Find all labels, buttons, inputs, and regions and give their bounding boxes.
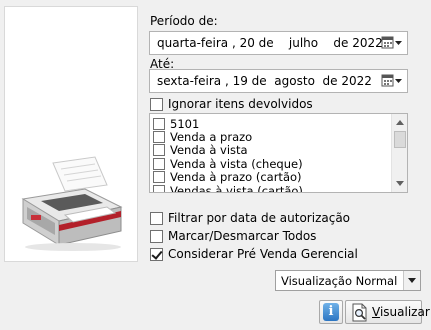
list-item-checkbox[interactable]: [153, 144, 165, 157]
view-mode-select[interactable]: Visualização Normal: [275, 270, 421, 291]
list-item-checkbox[interactable]: [153, 157, 165, 170]
filter-auth-date-checkbox[interactable]: Filtrar por data de autorização: [150, 210, 350, 226]
list-item-label: 5101: [170, 116, 200, 131]
list-item-label: Venda à vista: [170, 143, 248, 158]
view-button-label: Visualizar: [372, 305, 430, 319]
scroll-up-icon[interactable]: [396, 120, 404, 125]
info-icon[interactable]: i: [323, 303, 339, 321]
calendar-icon[interactable]: [380, 35, 404, 51]
illustration-panel: [4, 6, 138, 262]
printer-icon: [21, 156, 123, 251]
toggle-all-label: Marcar/Desmarcar Todos: [168, 229, 317, 243]
pre-sale-label: Considerar Pré Venda Gerencial: [168, 247, 358, 261]
list-item-label: Venda à prazo (cartão): [170, 170, 302, 185]
report-dialog: Período de: quarta-feira , 20 de julho d…: [0, 0, 431, 330]
toggle-all-checkbox[interactable]: Marcar/Desmarcar Todos: [150, 228, 316, 244]
date-from-value[interactable]: quarta-feira , 20 de julho de 2022: [157, 36, 383, 50]
document-preview-icon: [352, 303, 367, 322]
filter-auth-date-box[interactable]: [150, 211, 163, 225]
list-item[interactable]: Venda à vista: [150, 143, 390, 158]
date-to-value[interactable]: sexta-feira , 19 de agosto de 2022: [157, 74, 372, 88]
view-mode-value[interactable]: Visualização Normal: [281, 274, 397, 288]
calendar-icon[interactable]: [380, 73, 404, 89]
list-item-checkbox[interactable]: [153, 117, 165, 130]
list-item[interactable]: Vendas à vista (cartão): [150, 183, 390, 193]
list-item-label: Venda à vista (cheque): [170, 156, 303, 171]
filter-auth-date-label: Filtrar por data de autorização: [168, 211, 351, 225]
list-item-checkbox[interactable]: [153, 131, 165, 144]
view-button[interactable]: Visualizar: [345, 300, 430, 324]
list-item[interactable]: 5101: [150, 116, 390, 131]
chevron-down-icon[interactable]: [403, 271, 420, 290]
payment-type-list[interactable]: 5101 Venda a prazo Venda à vista Venda à vi…: [149, 113, 408, 193]
list-item-checkbox[interactable]: [153, 184, 165, 192]
date-from-picker[interactable]: quarta-feira , 20 de julho de 2022: [149, 31, 408, 55]
payment-type-items: 5101 Venda a prazo Venda à vista Venda à vi…: [150, 116, 390, 193]
list-item-checkbox[interactable]: [153, 171, 165, 184]
list-scrollbar[interactable]: [391, 114, 407, 192]
scroll-thumb[interactable]: [394, 131, 406, 148]
ignore-returned-checkbox[interactable]: Ignorar itens devolvidos: [150, 96, 313, 112]
scroll-down-icon[interactable]: [396, 181, 404, 186]
ignore-returned-box[interactable]: [150, 97, 163, 111]
toggle-all-box[interactable]: [150, 229, 163, 243]
list-item[interactable]: Venda à vista (cheque): [150, 156, 390, 171]
pre-sale-box[interactable]: [150, 247, 163, 261]
list-item[interactable]: Venda a prazo: [150, 130, 390, 145]
list-item-label: Vendas à vista (cartão): [170, 183, 303, 193]
info-button[interactable]: i: [319, 300, 343, 324]
list-item[interactable]: Venda à prazo (cartão): [150, 170, 390, 185]
period-from-label: Período de:: [150, 14, 218, 28]
date-to-picker[interactable]: sexta-feira , 19 de agosto de 2022: [149, 69, 408, 93]
list-item-label: Venda a prazo: [170, 130, 253, 145]
ignore-returned-label: Ignorar itens devolvidos: [168, 97, 313, 111]
pre-sale-checkbox[interactable]: Considerar Pré Venda Gerencial: [150, 246, 358, 262]
